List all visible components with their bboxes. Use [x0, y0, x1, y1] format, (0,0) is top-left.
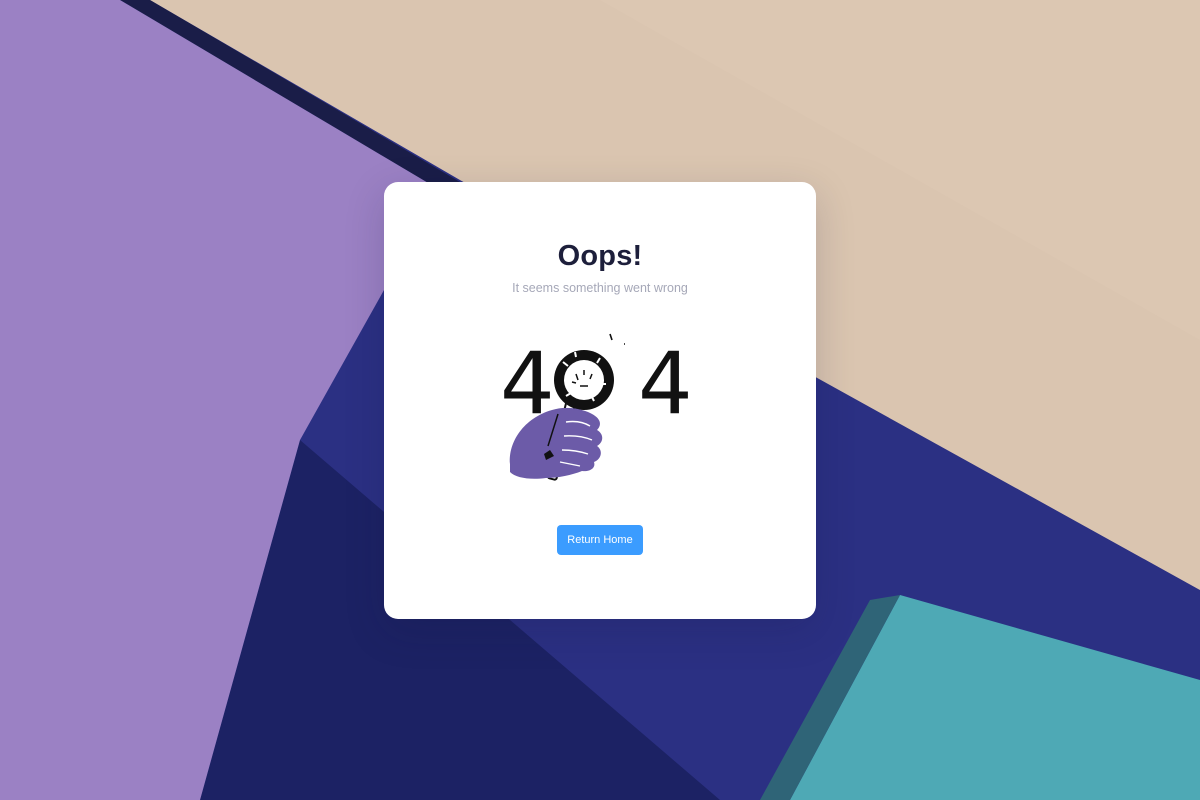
error-card: Oops! It seems something went wrong 4 4 …: [384, 182, 816, 619]
error-code-digit-right: 4: [638, 334, 693, 434]
page-title: Oops!: [557, 240, 643, 272]
return-home-button[interactable]: Return Home: [557, 525, 643, 555]
error-subtitle: It seems something went wrong: [512, 281, 688, 295]
page-background: Oops! It seems something went wrong 4 4 …: [0, 0, 1200, 800]
404-illustration: 4 4: [500, 333, 693, 481]
